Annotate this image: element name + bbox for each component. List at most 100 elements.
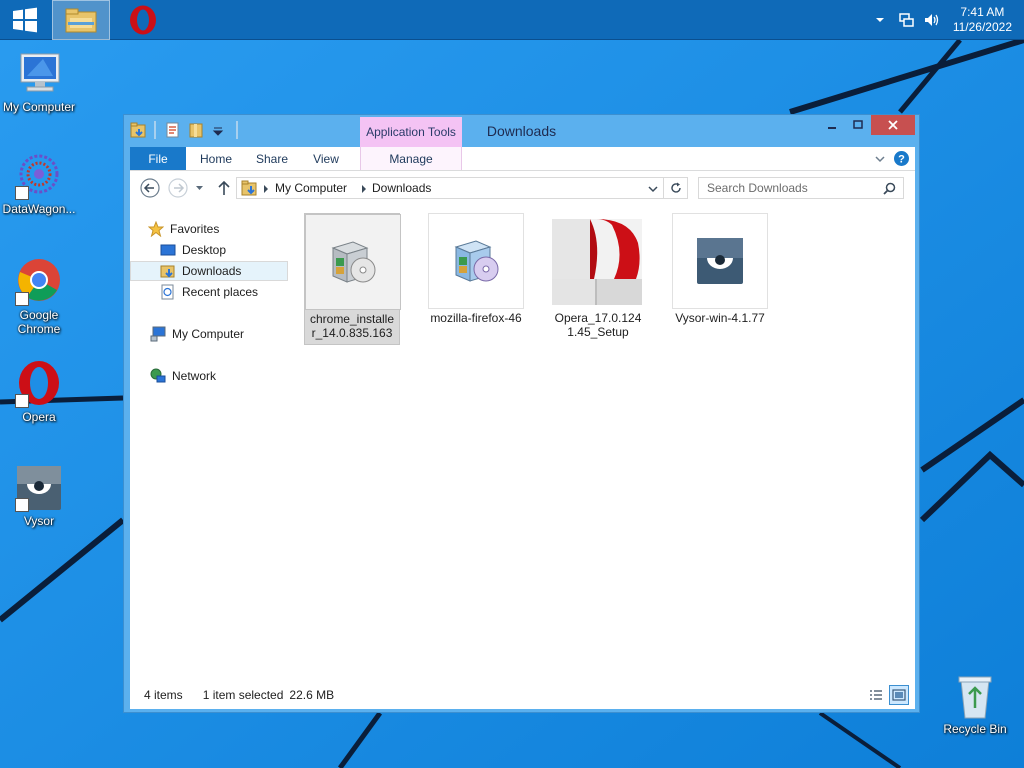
folder-icon bbox=[65, 8, 97, 33]
chevron-down-icon[interactable] bbox=[648, 185, 658, 193]
navigation-pane: Favorites Desktop Downloads Recent place… bbox=[130, 205, 294, 681]
minimize-icon bbox=[828, 127, 836, 129]
file-item-opera-setup[interactable]: Opera_17.0.1241.45_Setup bbox=[550, 213, 646, 339]
file-list: chrome_installer_14.0.835.163 mozilla-fi… bbox=[294, 205, 915, 681]
desktop-icon-label: Recycle Bin bbox=[943, 722, 1007, 736]
details-view-button[interactable] bbox=[866, 685, 886, 705]
close-icon bbox=[888, 120, 898, 130]
desktop-icon-label: Opera bbox=[22, 410, 56, 424]
taskbar-clock[interactable]: 7:41 AM 11/26/2022 bbox=[953, 5, 1012, 35]
taskbar-opera-button[interactable] bbox=[114, 0, 172, 40]
forward-arrow-icon bbox=[168, 178, 188, 198]
nav-downloads[interactable]: Downloads bbox=[130, 261, 288, 281]
downloads-folder-icon bbox=[241, 180, 257, 196]
tab-share[interactable]: Share bbox=[244, 147, 300, 170]
breadcrumb-my-computer[interactable]: My Computer bbox=[275, 181, 347, 195]
file-item-mozilla-firefox[interactable]: mozilla-firefox-46 bbox=[428, 213, 524, 325]
window-controls bbox=[819, 115, 915, 135]
large-icons-view-icon bbox=[892, 689, 906, 701]
window-titlebar[interactable]: Application Tools Downloads bbox=[124, 115, 919, 147]
help-icon: ? bbox=[894, 151, 909, 166]
desktop-icon-recycle-bin[interactable]: Recycle Bin bbox=[936, 672, 1014, 736]
shortcut-arrow-icon bbox=[15, 394, 29, 408]
tab-home[interactable]: Home bbox=[188, 147, 244, 170]
taskbar: 7:41 AM 11/26/2022 bbox=[0, 0, 1024, 40]
navigation-bar: My Computer Downloads bbox=[130, 171, 915, 205]
search-box[interactable] bbox=[698, 177, 904, 199]
desktop-icon-opera[interactable]: Opera bbox=[0, 360, 78, 424]
nav-my-computer[interactable]: My Computer bbox=[150, 324, 308, 344]
nav-item-label: Desktop bbox=[182, 243, 227, 257]
file-item-chrome-installer[interactable]: chrome_installer_14.0.835.163 bbox=[304, 213, 401, 345]
maximize-icon bbox=[853, 120, 863, 129]
item-count: 4 items bbox=[144, 688, 183, 702]
network-icon bbox=[150, 368, 166, 384]
desktop-icon-vysor[interactable]: Vysor bbox=[0, 464, 78, 528]
installer-icon bbox=[331, 241, 376, 283]
taskbar-file-explorer-button[interactable] bbox=[52, 0, 110, 40]
close-button[interactable] bbox=[871, 115, 915, 135]
search-icon[interactable] bbox=[883, 182, 896, 195]
file-item-vysor[interactable]: Vysor-win-4.1.77 bbox=[672, 213, 768, 325]
nav-item-label: Recent places bbox=[182, 285, 259, 299]
nav-item-label: Downloads bbox=[182, 264, 242, 278]
back-arrow-icon bbox=[140, 178, 160, 198]
nav-item-label: Favorites bbox=[170, 222, 220, 236]
desktop-icon bbox=[160, 242, 176, 258]
explorer-window: Application Tools Downloads File Home Sh… bbox=[123, 114, 920, 713]
vysor-icon bbox=[697, 238, 743, 284]
nav-network[interactable]: Network bbox=[150, 366, 308, 386]
file-thumbnail bbox=[428, 213, 524, 309]
computer-icon bbox=[20, 53, 60, 92]
desktop-icon-datawagon[interactable]: DataWagon... bbox=[0, 152, 78, 216]
up-arrow-icon bbox=[218, 180, 230, 195]
shortcut-arrow-icon bbox=[15, 498, 29, 512]
recycle-bin-icon bbox=[958, 676, 992, 719]
expand-ribbon-button[interactable] bbox=[871, 150, 889, 168]
large-icons-view-button[interactable] bbox=[889, 685, 909, 705]
desktop-icon-label: DataWagon... bbox=[2, 202, 76, 216]
clock-time: 7:41 AM bbox=[960, 5, 1005, 19]
opera-icon bbox=[130, 5, 156, 35]
chevron-right-icon bbox=[362, 185, 366, 193]
up-button[interactable] bbox=[214, 178, 234, 198]
status-bar: 4 items 1 item selected 22.6 MB bbox=[130, 681, 915, 709]
breadcrumb-downloads[interactable]: Downloads bbox=[372, 181, 431, 195]
recent-locations-button[interactable] bbox=[192, 178, 206, 198]
desktop-icon-my-computer[interactable]: My Computer bbox=[0, 50, 78, 114]
network-icon[interactable] bbox=[897, 11, 915, 29]
desktop-icon-label: Vysor bbox=[23, 514, 55, 528]
recent-places-icon bbox=[160, 284, 176, 300]
details-view-icon bbox=[870, 690, 882, 700]
address-bar[interactable]: My Computer Downloads bbox=[236, 177, 664, 199]
start-button[interactable] bbox=[0, 0, 50, 40]
desktop-icon-google-chrome[interactable]: Google Chrome bbox=[0, 258, 78, 336]
shortcut-arrow-icon bbox=[15, 186, 29, 200]
tab-view[interactable]: View bbox=[300, 147, 352, 170]
nav-item-label: My Computer bbox=[172, 327, 245, 341]
maximize-button[interactable] bbox=[845, 115, 871, 135]
back-button[interactable] bbox=[140, 178, 160, 198]
desktop-icon-label: My Computer bbox=[2, 100, 76, 114]
minimize-button[interactable] bbox=[819, 115, 845, 135]
tab-manage[interactable]: Manage bbox=[360, 147, 462, 170]
desktop-icon-label: Google Chrome bbox=[17, 308, 61, 336]
tab-file[interactable]: File bbox=[130, 147, 186, 170]
selection-size: 22.6 MB bbox=[289, 688, 335, 702]
file-name: mozilla-firefox-46 bbox=[430, 311, 522, 325]
opera-setup-icon bbox=[552, 219, 642, 305]
windows-logo-icon bbox=[13, 7, 37, 33]
volume-icon[interactable] bbox=[923, 11, 941, 29]
computer-icon bbox=[150, 326, 166, 342]
installer-icon bbox=[454, 240, 499, 282]
nav-favorites[interactable]: Favorites bbox=[147, 219, 306, 239]
forward-button[interactable] bbox=[168, 178, 188, 198]
star-icon bbox=[147, 220, 165, 238]
file-thumbnail bbox=[672, 213, 768, 309]
search-input[interactable] bbox=[699, 178, 879, 198]
chevron-up-icon[interactable] bbox=[871, 11, 889, 29]
refresh-button[interactable] bbox=[664, 177, 688, 199]
selection-count: 1 item selected bbox=[202, 688, 284, 702]
window-title: Downloads bbox=[486, 123, 557, 139]
help-button[interactable]: ? bbox=[893, 150, 911, 168]
